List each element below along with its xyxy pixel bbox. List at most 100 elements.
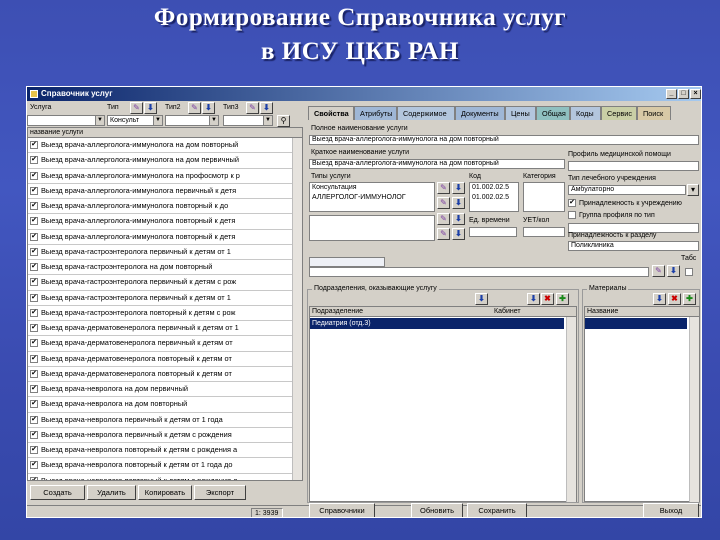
tab-properties[interactable]: Свойства [308, 106, 354, 120]
service-list-item[interactable]: ✔ Выезд врача-невролога повторный к детям… [28, 443, 302, 459]
copy-button[interactable]: Копировать [138, 485, 192, 500]
service-list-item[interactable]: ✔ Выезд врача-аллерголога-иммунолога перв… [28, 184, 302, 199]
service-types-box[interactable]: Консультация АЛЛЕРГОЛОГ-ИММУНОЛОГ [309, 182, 435, 212]
material-row-selected[interactable] [585, 318, 687, 329]
departments-scrollbar[interactable] [566, 317, 576, 502]
service-list-item[interactable]: ✔ Выезд врача-аллерголога-иммунолога повт… [28, 230, 302, 245]
checkbox-checked-icon[interactable]: ✔ [30, 369, 38, 378]
type2-filter-combo[interactable]: ▼ [165, 115, 219, 126]
pick-department-button[interactable]: ⬇ [475, 293, 488, 305]
service-list-item[interactable]: ✔ Выезд врача-гастроэнтеролога первичный … [28, 245, 302, 260]
checkbox-checked-icon[interactable]: ✔ [30, 263, 38, 271]
checkbox-checked-icon[interactable]: ✔ [30, 141, 38, 149]
checkbox-checked-icon[interactable]: ✔ [30, 293, 38, 302]
create-button[interactable]: Создать [30, 485, 85, 500]
checkbox-checked-icon[interactable]: ✔ [30, 232, 38, 241]
delete-department-button[interactable]: ✖ [541, 293, 554, 305]
checkbox-checked-icon[interactable]: ✔ [30, 202, 38, 210]
edit-type-button[interactable]: ✎ [130, 102, 143, 114]
tab-attributes[interactable]: Атрибуты [354, 106, 397, 120]
short-name-input[interactable]: Выезд врача-аллерголога-иммунолога на до… [309, 159, 565, 169]
checkbox-checked-icon[interactable]: ✔ [30, 339, 38, 348]
maximize-button[interactable]: □ [678, 89, 689, 99]
service-list-item[interactable]: ✔ Выезд врача-дерматовенеролога первичный… [28, 321, 302, 337]
checkbox-checked-icon[interactable]: ✔ [30, 400, 38, 409]
checkbox-checked-icon[interactable]: ✔ [30, 415, 38, 424]
tab-contents[interactable]: Содержимое [397, 106, 455, 120]
add-material-button[interactable]: ✚ [683, 293, 696, 305]
add-department-button[interactable]: ✚ [556, 293, 569, 305]
tab-codes[interactable]: Коды [570, 106, 601, 120]
checkbox-checked-icon[interactable]: ✔ [30, 308, 38, 317]
note-input[interactable] [309, 257, 385, 267]
checkbox-checked-icon[interactable]: ✔ [30, 217, 38, 226]
belongs-to-institution-checkbox[interactable]: ✔ Принадлежность к учреждению [568, 199, 682, 208]
service-list-item[interactable]: ✔ Выезд врача-дерматовенеролога первичный… [28, 336, 302, 352]
refresh-button[interactable]: Обновить [411, 503, 463, 517]
type3-filter-combo[interactable]: ▼ [223, 115, 273, 126]
save-button[interactable]: Сохранить [467, 503, 527, 517]
export-button[interactable]: Экспорт [194, 485, 246, 500]
service-list-item[interactable]: ✔ Выезд врача-невролога повторный к детям… [28, 458, 302, 474]
full-name-input[interactable]: Выезд врача-аллерголога-иммунолога на до… [309, 135, 699, 145]
department-input[interactable]: Поликлиника [568, 241, 699, 251]
service-filter-combo[interactable]: ▼ [27, 115, 105, 126]
department-row-selected[interactable]: Педиатрия (отд.3) [310, 318, 564, 329]
service-list[interactable]: название услуги ✔ Выезд врача-аллерголога… [27, 127, 303, 481]
service-list-item[interactable]: ✔ Выезд врача-аллерголога-иммунолога на п… [28, 169, 302, 184]
service-list-item[interactable]: ✔ Выезд врача-невролога на дом повторный [28, 397, 302, 413]
edit-service-type-button[interactable]: ✎ [437, 182, 450, 194]
service-list-item[interactable]: ✔ Выезд врача-дерматовенеролога повторный… [28, 367, 302, 382]
service-list-item[interactable]: ✔ Выезд врача-невролога на дом первичный [28, 382, 302, 398]
notes-input[interactable] [309, 267, 649, 277]
tabs-checkbox[interactable] [685, 268, 693, 279]
edit-type3-button[interactable]: ✎ [246, 102, 259, 114]
service-list-scrollbar[interactable] [292, 138, 302, 480]
pick-note-button[interactable]: ⬇ [667, 265, 680, 277]
checkbox-checked-icon[interactable]: ✔ [30, 461, 38, 470]
checkbox-checked-icon[interactable]: ✔ [30, 247, 38, 256]
pick-material-button[interactable]: ⬇ [653, 293, 666, 305]
tab-search[interactable]: Поиск [637, 106, 671, 120]
pick-service-type-2-button[interactable]: ⬇ [452, 197, 465, 209]
institution-type-input[interactable]: Амбулаторно [568, 185, 686, 195]
materials-grid[interactable]: Название [584, 306, 700, 502]
directories-button[interactable]: Справочники [309, 503, 375, 517]
service-list-item[interactable]: ✔ Выезд врача-гастроэнтеролога первичный … [28, 275, 302, 291]
minimize-button[interactable]: _ [666, 89, 677, 99]
service-list-item[interactable]: ✔ Выезд врача-невролога первичный к детям… [28, 428, 302, 443]
exit-button[interactable]: Выход [643, 503, 699, 517]
service-list-item[interactable]: ✔ Выезд врача-гастроэнтеролога повторный … [28, 306, 302, 321]
materials-scrollbar[interactable] [689, 317, 699, 502]
edit-extra-button[interactable]: ✎ [437, 213, 450, 225]
service-list-item[interactable]: ✔ Выезд врача-аллерголога-иммунолога повт… [28, 214, 302, 230]
pick-service-type-button[interactable]: ⬇ [452, 182, 465, 194]
checkbox-checked-icon[interactable]: ✔ [30, 186, 38, 195]
tab-service[interactable]: Сервис [601, 106, 637, 120]
delete-button[interactable]: Удалить [87, 485, 136, 500]
pick-extra-2-button[interactable]: ⬇ [452, 228, 465, 240]
service-list-item[interactable]: ✔ Выезд врача-аллерголога-иммунолога на д… [28, 153, 302, 169]
edit-note-button[interactable]: ✎ [652, 265, 665, 277]
pick-type2-button[interactable]: ⬇ [202, 102, 215, 114]
care-profile-input[interactable] [568, 161, 699, 171]
edit-type2-button[interactable]: ✎ [188, 102, 201, 114]
pick-cabinet-button[interactable]: ⬇ [527, 293, 540, 305]
time-unit-input[interactable] [469, 227, 517, 237]
group-profile-checkbox[interactable]: Группа профиля по тип [568, 211, 655, 220]
checkbox-checked-icon[interactable]: ✔ [30, 476, 38, 480]
checkbox-checked-icon[interactable]: ✔ [30, 446, 38, 454]
service-list-item[interactable]: ✔ Выезд врача-гастроэнтеролога на дом пов… [28, 260, 302, 276]
checkbox-checked-icon[interactable]: ✔ [30, 430, 38, 439]
service-list-item[interactable]: ✔ Выезд врача-аллерголога-иммунолога на д… [28, 138, 302, 154]
service-list-item[interactable]: ✔ Выезд врача-дерматовенеролога повторный… [28, 352, 302, 367]
checkbox-checked-icon[interactable]: ✔ [30, 171, 38, 180]
service-list-item[interactable]: ✔ Выезд врача-невролога повторный к детям… [28, 474, 302, 480]
pick-type3-button[interactable]: ⬇ [260, 102, 273, 114]
checkbox-checked-icon[interactable]: ✔ [30, 354, 38, 363]
checkbox-checked-icon[interactable]: ✔ [30, 385, 38, 393]
tab-documents[interactable]: Документы [455, 106, 505, 120]
pick-extra-button[interactable]: ⬇ [452, 213, 465, 225]
checkbox-checked-icon[interactable]: ✔ [30, 324, 38, 332]
code-box[interactable]: 01.002.02.5 01.002.02.5 [469, 182, 519, 212]
